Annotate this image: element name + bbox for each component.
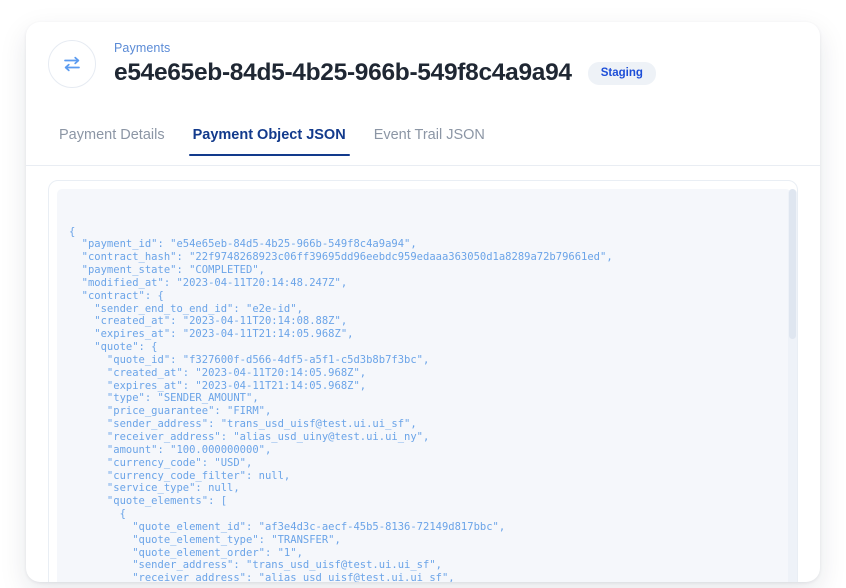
- page-header: Payments e54e65eb-84d5-4b25-966b-549f8c4…: [26, 22, 820, 106]
- tab-event-trail-json[interactable]: Event Trail JSON: [374, 126, 485, 156]
- payment-detail-card: Payments e54e65eb-84d5-4b25-966b-549f8c4…: [26, 22, 820, 582]
- json-viewer-card: { "payment_id": "e54e65eb-84d5-4b25-966b…: [48, 180, 798, 582]
- json-scrollbar[interactable]: [788, 189, 797, 582]
- header-text-group: Payments e54e65eb-84d5-4b25-966b-549f8c4…: [114, 40, 656, 88]
- page-title: e54e65eb-84d5-4b25-966b-549f8c4a9a94: [114, 59, 572, 86]
- tab-payment-details[interactable]: Payment Details: [59, 126, 165, 156]
- tab-bar: Payment Details Payment Object JSON Even…: [26, 126, 820, 166]
- status-badge: Staging: [587, 61, 656, 85]
- json-scrollbar-thumb[interactable]: [789, 189, 796, 339]
- json-code-pane[interactable]: { "payment_id": "e54e65eb-84d5-4b25-966b…: [57, 189, 791, 582]
- tab-payment-object-json[interactable]: Payment Object JSON: [188, 126, 350, 156]
- breadcrumb[interactable]: Payments: [114, 40, 656, 56]
- exchange-arrows-icon: [48, 40, 96, 88]
- app-root: Payments e54e65eb-84d5-4b25-966b-549f8c4…: [0, 0, 846, 588]
- title-row: e54e65eb-84d5-4b25-966b-549f8c4a9a94 Sta…: [114, 58, 656, 88]
- json-code-text: { "payment_id": "e54e65eb-84d5-4b25-966b…: [69, 225, 613, 583]
